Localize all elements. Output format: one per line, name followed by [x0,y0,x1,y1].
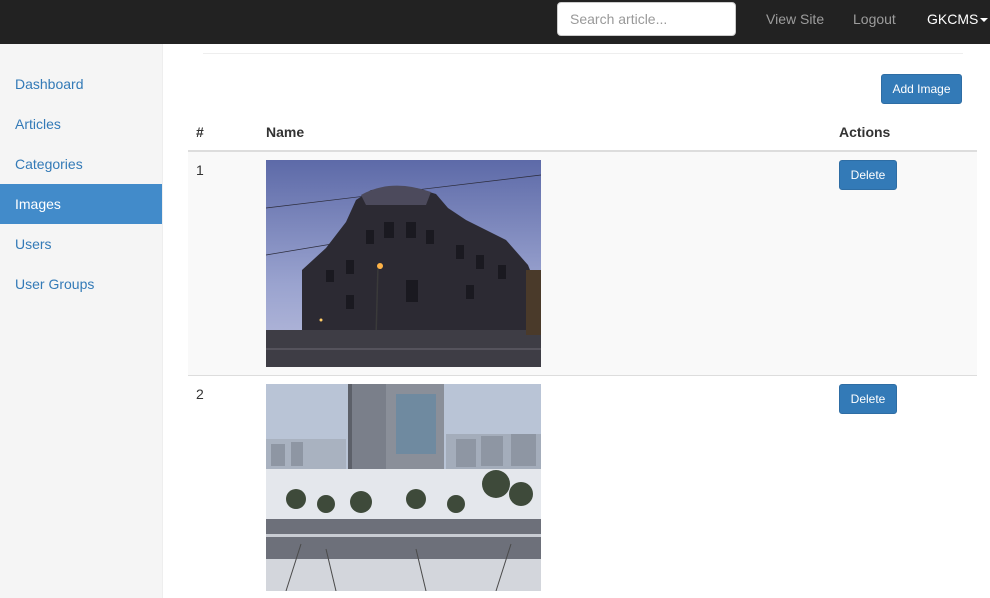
sidebar-item-user-groups[interactable]: User Groups [0,264,162,304]
column-header-actions: Actions [839,124,891,140]
delete-button[interactable]: Delete [839,160,897,190]
delete-button[interactable]: Delete [839,384,897,414]
caret-down-icon [980,18,989,23]
add-image-button[interactable]: Add Image [881,74,962,104]
logout-link[interactable]: Logout [853,11,896,27]
sidebar-item-articles[interactable]: Articles [0,104,162,144]
table-row: 1 Delete [188,152,977,376]
search-input[interactable] [557,2,736,36]
table-row: 2 Delete [188,376,977,598]
column-header-number: # [196,124,204,140]
column-header-name: Name [266,124,305,140]
brand-label: GKCMS [927,11,979,27]
image-thumbnail [266,160,541,367]
top-navbar: View Site Logout GKCMS [0,0,990,44]
user-menu-dropdown[interactable]: GKCMS [927,11,989,27]
row-number: 1 [196,162,204,178]
image-thumbnail [266,384,541,591]
sidebar-item-images[interactable]: Images [0,184,162,224]
sidebar-item-users[interactable]: Users [0,224,162,264]
sidebar: Dashboard Articles Categories Images Use… [0,44,163,598]
sidebar-item-categories[interactable]: Categories [0,144,162,184]
row-number: 2 [196,386,204,402]
header-divider [203,53,963,54]
view-site-link[interactable]: View Site [766,11,824,27]
sidebar-item-dashboard[interactable]: Dashboard [0,64,162,104]
